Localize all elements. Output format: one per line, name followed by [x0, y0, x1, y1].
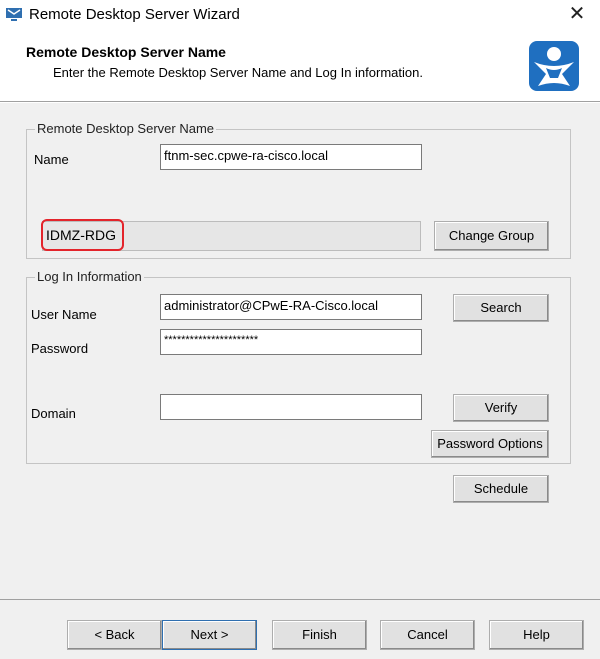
page-title: Remote Desktop Server Name — [26, 44, 226, 60]
page-subtitle: Enter the Remote Desktop Server Name and… — [53, 65, 423, 80]
search-button[interactable]: Search — [453, 294, 549, 322]
title-bar: Remote Desktop Server Wizard ✕ — [0, 0, 600, 30]
username-field[interactable]: administrator@CPwE-RA-Cisco.local — [160, 294, 422, 320]
domain-field[interactable] — [160, 394, 422, 420]
help-button[interactable]: Help — [489, 620, 584, 650]
schedule-button[interactable]: Schedule — [453, 475, 549, 503]
finish-button[interactable]: Finish — [272, 620, 367, 650]
wizard-body: Remote Desktop Server Name Name ftnm-sec… — [0, 103, 600, 599]
name-label: Name — [34, 152, 69, 167]
server-name-legend: Remote Desktop Server Name — [35, 121, 217, 136]
window-title: Remote Desktop Server Wizard — [29, 6, 240, 23]
close-button[interactable]: ✕ — [564, 2, 590, 26]
password-options-button[interactable]: Password Options — [431, 430, 549, 458]
cancel-button[interactable]: Cancel — [380, 620, 475, 650]
back-button[interactable]: < Back — [67, 620, 162, 650]
password-label: Password — [31, 341, 89, 356]
wizard-footer: < Back Next > Finish Cancel Help — [0, 599, 600, 659]
change-group-button[interactable]: Change Group — [434, 221, 549, 251]
wizard-header: Remote Desktop Server Name Enter the Rem… — [0, 30, 600, 102]
group-name-highlight: IDMZ-RDG — [41, 219, 124, 251]
next-button[interactable]: Next > — [162, 620, 257, 650]
verify-button[interactable]: Verify — [453, 394, 549, 422]
username-label: User Name — [31, 307, 97, 322]
domain-label: Domain — [31, 406, 76, 421]
server-name-field[interactable]: ftnm-sec.cpwe-ra-cisco.local — [160, 144, 422, 170]
password-field[interactable]: ********************** — [160, 329, 422, 355]
computer-icon — [6, 8, 22, 21]
login-info-legend: Log In Information — [35, 269, 144, 284]
thinmanager-logo-icon — [529, 41, 579, 91]
